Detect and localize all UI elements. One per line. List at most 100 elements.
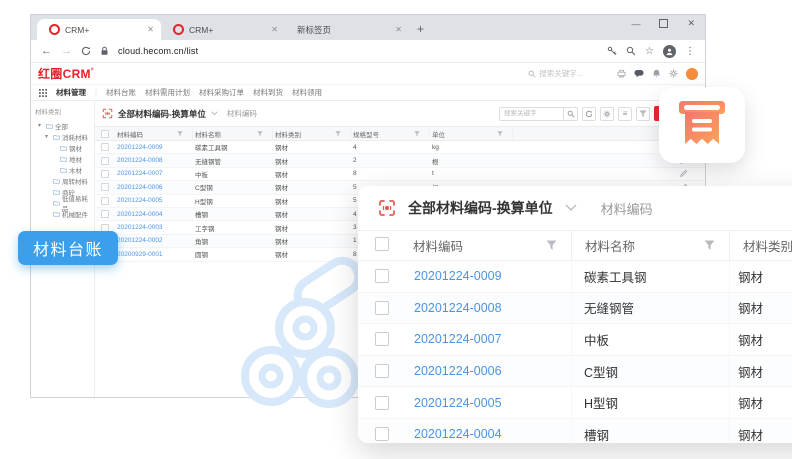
material-code-link[interactable]: 20201224-0007	[115, 170, 193, 177]
tree-node[interactable]: ▾ 钢材	[34, 142, 94, 153]
tab-close-icon[interactable]: ✕	[395, 25, 402, 34]
table-row[interactable]: 20201224-0006 C型钢 钢材	[358, 356, 792, 388]
material-code-link[interactable]: 20201224-0008	[115, 157, 193, 164]
row-checkbox[interactable]	[375, 364, 389, 378]
row-checkbox[interactable]	[101, 170, 109, 178]
printer-icon[interactable]	[617, 69, 626, 78]
material-code-link[interactable]: 20201224-0008	[400, 293, 572, 324]
tree-node[interactable]: ▾ 低值易耗品	[34, 197, 94, 208]
caret-down-icon[interactable]: ▾	[38, 122, 44, 129]
column-header[interactable]: 材料编码	[400, 231, 572, 260]
chevron-down-icon[interactable]	[211, 111, 218, 116]
material-code-link[interactable]: 20201224-0006	[400, 356, 572, 387]
gear-icon[interactable]	[669, 69, 678, 78]
column-header[interactable]: 材料类别	[273, 127, 351, 140]
tree-node[interactable]: ▾ 机械配件	[34, 208, 94, 219]
material-code-link[interactable]: 20201224-0005	[400, 387, 572, 418]
caret-down-icon[interactable]: ▾	[45, 133, 51, 140]
table-row[interactable]: 20201224-0005 H型钢 钢材	[358, 387, 792, 419]
nav-item[interactable]: 材料到货	[253, 87, 283, 98]
maximize-button[interactable]	[659, 19, 668, 28]
row-checkbox[interactable]	[375, 269, 389, 283]
filter-funnel-icon[interactable]	[546, 240, 557, 251]
filter-funnel-icon[interactable]	[497, 131, 503, 137]
table-search-input[interactable]	[499, 107, 563, 121]
bell-icon[interactable]	[652, 69, 661, 78]
zoom-view-title[interactable]: 全部材料编码-换算单位	[408, 198, 553, 218]
reload-icon[interactable]	[81, 46, 91, 56]
minimize-button[interactable]: —	[631, 19, 640, 29]
browser-tab[interactable]: 新标签页 ✕	[285, 19, 409, 40]
material-code-link[interactable]: 20201224-0003	[115, 224, 193, 231]
refresh-button[interactable]	[582, 107, 596, 121]
view-title[interactable]: 全部材料编码-换算单位	[118, 108, 206, 120]
column-header[interactable]: 单位	[430, 127, 513, 140]
nav-item[interactable]: 材料台账	[106, 87, 136, 98]
key-icon[interactable]	[607, 46, 617, 56]
material-code-link[interactable]: 20201224-0002	[115, 237, 193, 244]
apps-grid-icon[interactable]	[39, 89, 47, 97]
row-checkbox[interactable]	[375, 332, 389, 346]
material-code-link[interactable]: 20201224-0004	[115, 211, 193, 218]
material-code-link[interactable]: 20201224-0004	[400, 419, 572, 443]
filter-funnel-icon[interactable]	[704, 240, 715, 251]
chevron-down-icon[interactable]	[565, 204, 577, 212]
select-all-checkbox[interactable]	[101, 130, 109, 138]
table-row[interactable]: 20201224-0008 无缝钢管 钢材	[358, 293, 792, 325]
zoom-quick-filter-label[interactable]: 材料编码	[601, 199, 653, 218]
tree-node[interactable]: ▾ 地材	[34, 153, 94, 164]
bookmark-star-icon[interactable]: ☆	[645, 46, 654, 57]
column-header[interactable]: 材料编码	[115, 127, 193, 140]
browser-tab[interactable]: CRM+ ✕	[37, 19, 161, 40]
browser-menu-icon[interactable]: ⋮	[685, 46, 695, 57]
select-all-checkbox[interactable]	[375, 237, 389, 251]
row-checkbox[interactable]	[375, 427, 389, 441]
tree-node[interactable]: ▾ 周转材料	[34, 175, 94, 186]
column-header[interactable]: 规格型号	[351, 127, 430, 140]
row-checkbox[interactable]	[101, 210, 109, 218]
filter-funnel-icon[interactable]	[257, 131, 263, 137]
material-code-link[interactable]: 20201224-0007	[400, 324, 572, 355]
nav-item[interactable]: 材料需用计划	[145, 87, 190, 98]
row-checkbox[interactable]	[101, 183, 109, 191]
forward-icon[interactable]: →	[61, 45, 72, 57]
material-code-link[interactable]: 20201224-0009	[400, 261, 572, 292]
search-button[interactable]	[563, 107, 578, 121]
settings-button[interactable]	[600, 107, 614, 121]
table-row[interactable]: 20201224-0009 碳素工具钢 钢材	[358, 261, 792, 293]
material-code-link[interactable]: 20201224-0009	[115, 144, 193, 151]
row-checkbox[interactable]	[101, 143, 109, 151]
nav-item[interactable]: 材料领用	[292, 87, 322, 98]
tree-node[interactable]: ▾ 全部	[34, 120, 94, 131]
header-search[interactable]: 搜索关键字...	[528, 68, 583, 79]
profile-avatar[interactable]	[663, 45, 676, 58]
row-checkbox[interactable]	[101, 197, 109, 205]
tree-node[interactable]: ▾ 消耗材料	[34, 131, 94, 142]
user-avatar[interactable]	[686, 68, 698, 80]
column-header[interactable]: 材料名称	[572, 231, 730, 260]
quick-filter-label[interactable]: 材料编码	[227, 108, 257, 119]
browser-tab[interactable]: CRM+ ✕	[161, 19, 285, 40]
row-checkbox[interactable]	[375, 301, 389, 315]
table-row[interactable]: 20201224-0009 碳素工具钢 钢材 4 kg	[95, 141, 705, 154]
back-icon[interactable]: ←	[41, 45, 52, 57]
row-checkbox[interactable]	[101, 157, 109, 165]
tab-close-icon[interactable]: ✕	[147, 25, 154, 34]
filter-button[interactable]	[636, 107, 650, 121]
row-checkbox[interactable]	[375, 396, 389, 410]
edit-pencil-icon[interactable]	[680, 170, 687, 177]
tab-close-icon[interactable]: ✕	[271, 25, 278, 34]
table-row[interactable]: 20201224-0008 无缝钢管 钢材 2 根	[95, 154, 705, 167]
close-button[interactable]: ✕	[687, 18, 695, 29]
filter-funnel-icon[interactable]	[414, 131, 420, 137]
message-icon[interactable]	[634, 69, 644, 78]
filter-funnel-icon[interactable]	[177, 131, 183, 137]
new-tab-button[interactable]: +	[417, 22, 424, 36]
column-header[interactable]: 材料类别	[730, 231, 792, 260]
material-code-link[interactable]: 20201224-0005	[115, 197, 193, 204]
nav-group-label[interactable]: 材料管理	[56, 87, 86, 98]
table-row[interactable]: 20201224-0004 槽钢 钢材	[358, 419, 792, 443]
table-row[interactable]: 20201224-0007 中板 钢材	[358, 324, 792, 356]
zoom-icon[interactable]	[626, 46, 636, 56]
column-header[interactable]: 材料名称	[193, 127, 273, 140]
